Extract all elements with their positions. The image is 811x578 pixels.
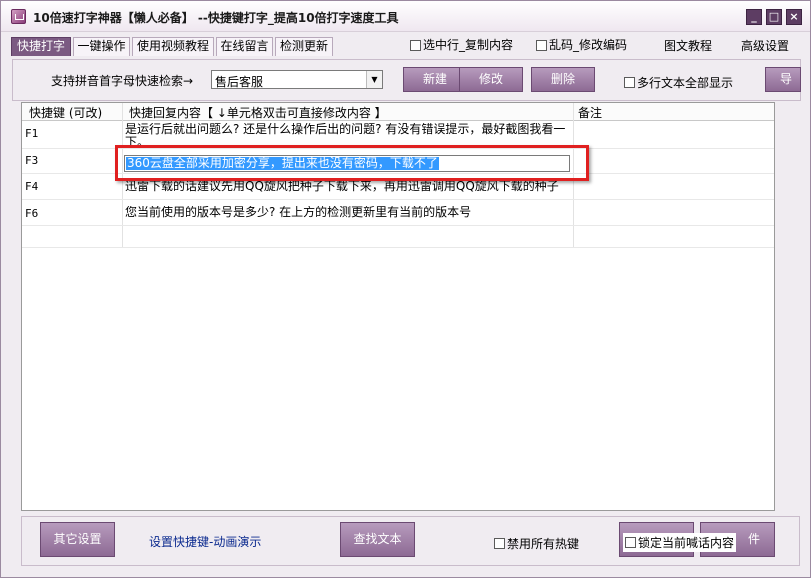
title-bar[interactable]: 10倍速打字神器【懒人必备】 --快捷键打字_提高10倍打字速度工具 _ □ × bbox=[1, 1, 810, 32]
checkbox-box[interactable] bbox=[410, 39, 421, 51]
toolbar-panel: 支持拼音首字母快速检索→ 售后客服 ▼ 新建 修改 删除 多行文本全部显示 导 bbox=[12, 59, 801, 101]
illustrated-tutorial-link[interactable]: 图文教程 bbox=[664, 37, 712, 54]
new-button[interactable]: 新建 bbox=[403, 67, 467, 92]
menu-bar: 快捷打字 一键操作 使用视频教程 在线留言 检测更新 选中行_复制内容 乱码_修… bbox=[1, 35, 810, 57]
lock-content-checkbox[interactable]: 锁定当前喊话内容 bbox=[623, 533, 737, 552]
hotkey-cell[interactable]: F4 bbox=[25, 180, 38, 193]
checkbox-box[interactable] bbox=[624, 77, 635, 88]
tab-one-click[interactable]: 一键操作 bbox=[73, 37, 130, 56]
edit-button[interactable]: 修改 bbox=[459, 67, 523, 92]
category-select-value: 售后客服 bbox=[215, 75, 264, 89]
reply-cell[interactable] bbox=[125, 230, 571, 244]
hotkey-demo-link[interactable]: 设置快捷键-动画演示 bbox=[149, 533, 261, 550]
tab-check-update[interactable]: 检测更新 bbox=[275, 37, 333, 56]
tab-video-tutorial[interactable]: 使用视频教程 bbox=[132, 37, 214, 56]
app-icon bbox=[11, 9, 26, 24]
show-multiline-checkbox[interactable]: 多行文本全部显示 bbox=[624, 74, 733, 91]
disable-hotkeys-checkbox[interactable]: 禁用所有热键 bbox=[494, 535, 579, 552]
hotkey-cell[interactable]: F3 bbox=[25, 154, 38, 167]
disable-hotkeys-label: 禁用所有热键 bbox=[507, 537, 580, 551]
reply-cell[interactable]: 迅雷下载的话建议先用QQ旋风把种子下载下来，再用迅雷调用QQ旋风下载的种子 bbox=[125, 180, 571, 194]
minimize-button[interactable]: _ bbox=[746, 9, 762, 25]
pinyin-search-label: 支持拼音首字母快速检索→ bbox=[51, 74, 194, 88]
advanced-settings-link[interactable]: 高级设置 bbox=[741, 37, 789, 54]
delete-button[interactable]: 删除 bbox=[531, 67, 595, 92]
fix-encoding-checkbox[interactable]: 乱码_修改编码 bbox=[536, 38, 627, 52]
maximize-button[interactable]: □ bbox=[766, 9, 782, 25]
column-header-note[interactable]: 备注 bbox=[578, 104, 602, 121]
highlight-box bbox=[115, 145, 589, 181]
checkbox-box[interactable] bbox=[494, 538, 505, 549]
column-header-reply[interactable]: 快捷回复内容【 ↓单元格双击可直接修改内容 】 bbox=[129, 104, 387, 121]
category-select[interactable]: 售后客服 ▼ bbox=[211, 70, 383, 89]
show-multiline-label: 多行文本全部显示 bbox=[637, 76, 734, 90]
copy-selected-row-label: 选中行_复制内容 bbox=[423, 38, 514, 52]
checkbox-box[interactable] bbox=[625, 537, 636, 548]
hotkey-cell[interactable]: F1 bbox=[25, 127, 38, 140]
copy-selected-row-checkbox[interactable]: 选中行_复制内容 bbox=[410, 38, 513, 52]
row-divider bbox=[22, 199, 774, 200]
export-button[interactable]: 导 bbox=[765, 67, 801, 92]
find-text-button[interactable]: 查找文本 bbox=[340, 522, 415, 557]
reply-cell[interactable]: 是运行后就出问题么? 还是什么操作后出的问题? 有没有错误提示，最好截图我看一下… bbox=[125, 123, 571, 147]
row-divider bbox=[22, 247, 774, 248]
chevron-down-icon[interactable]: ▼ bbox=[366, 71, 382, 88]
fix-encoding-label: 乱码_修改编码 bbox=[549, 38, 628, 52]
tab-quick-typing[interactable]: 快捷打字 bbox=[11, 37, 71, 56]
reply-cell[interactable]: 您当前使用的版本号是多少? 在上方的检测更新里有当前的版本号 bbox=[125, 206, 571, 220]
row-divider bbox=[22, 225, 774, 226]
checkbox-box[interactable] bbox=[536, 39, 547, 51]
tab-online-message[interactable]: 在线留言 bbox=[216, 37, 273, 56]
lock-content-label: 锁定当前喊话内容 bbox=[638, 536, 735, 550]
grid-header: 快捷键 (可改) 快捷回复内容【 ↓单元格双击可直接修改内容 】 备注 bbox=[22, 103, 774, 121]
other-settings-button[interactable]: 其它设置 bbox=[40, 522, 115, 557]
bottom-panel: 其它设置 设置快捷键-动画演示 查找文本 禁用所有热键 件 锁定当前喊话内容 bbox=[21, 516, 800, 566]
close-button[interactable]: × bbox=[786, 9, 802, 25]
window-title: 10倍速打字神器【懒人必备】 --快捷键打字_提高10倍打字速度工具 bbox=[33, 11, 399, 25]
main-window: 10倍速打字神器【懒人必备】 --快捷键打字_提高10倍打字速度工具 _ □ ×… bbox=[0, 0, 811, 578]
hotkey-cell[interactable]: F6 bbox=[25, 207, 38, 220]
column-header-hotkey[interactable]: 快捷键 (可改) bbox=[29, 104, 102, 121]
